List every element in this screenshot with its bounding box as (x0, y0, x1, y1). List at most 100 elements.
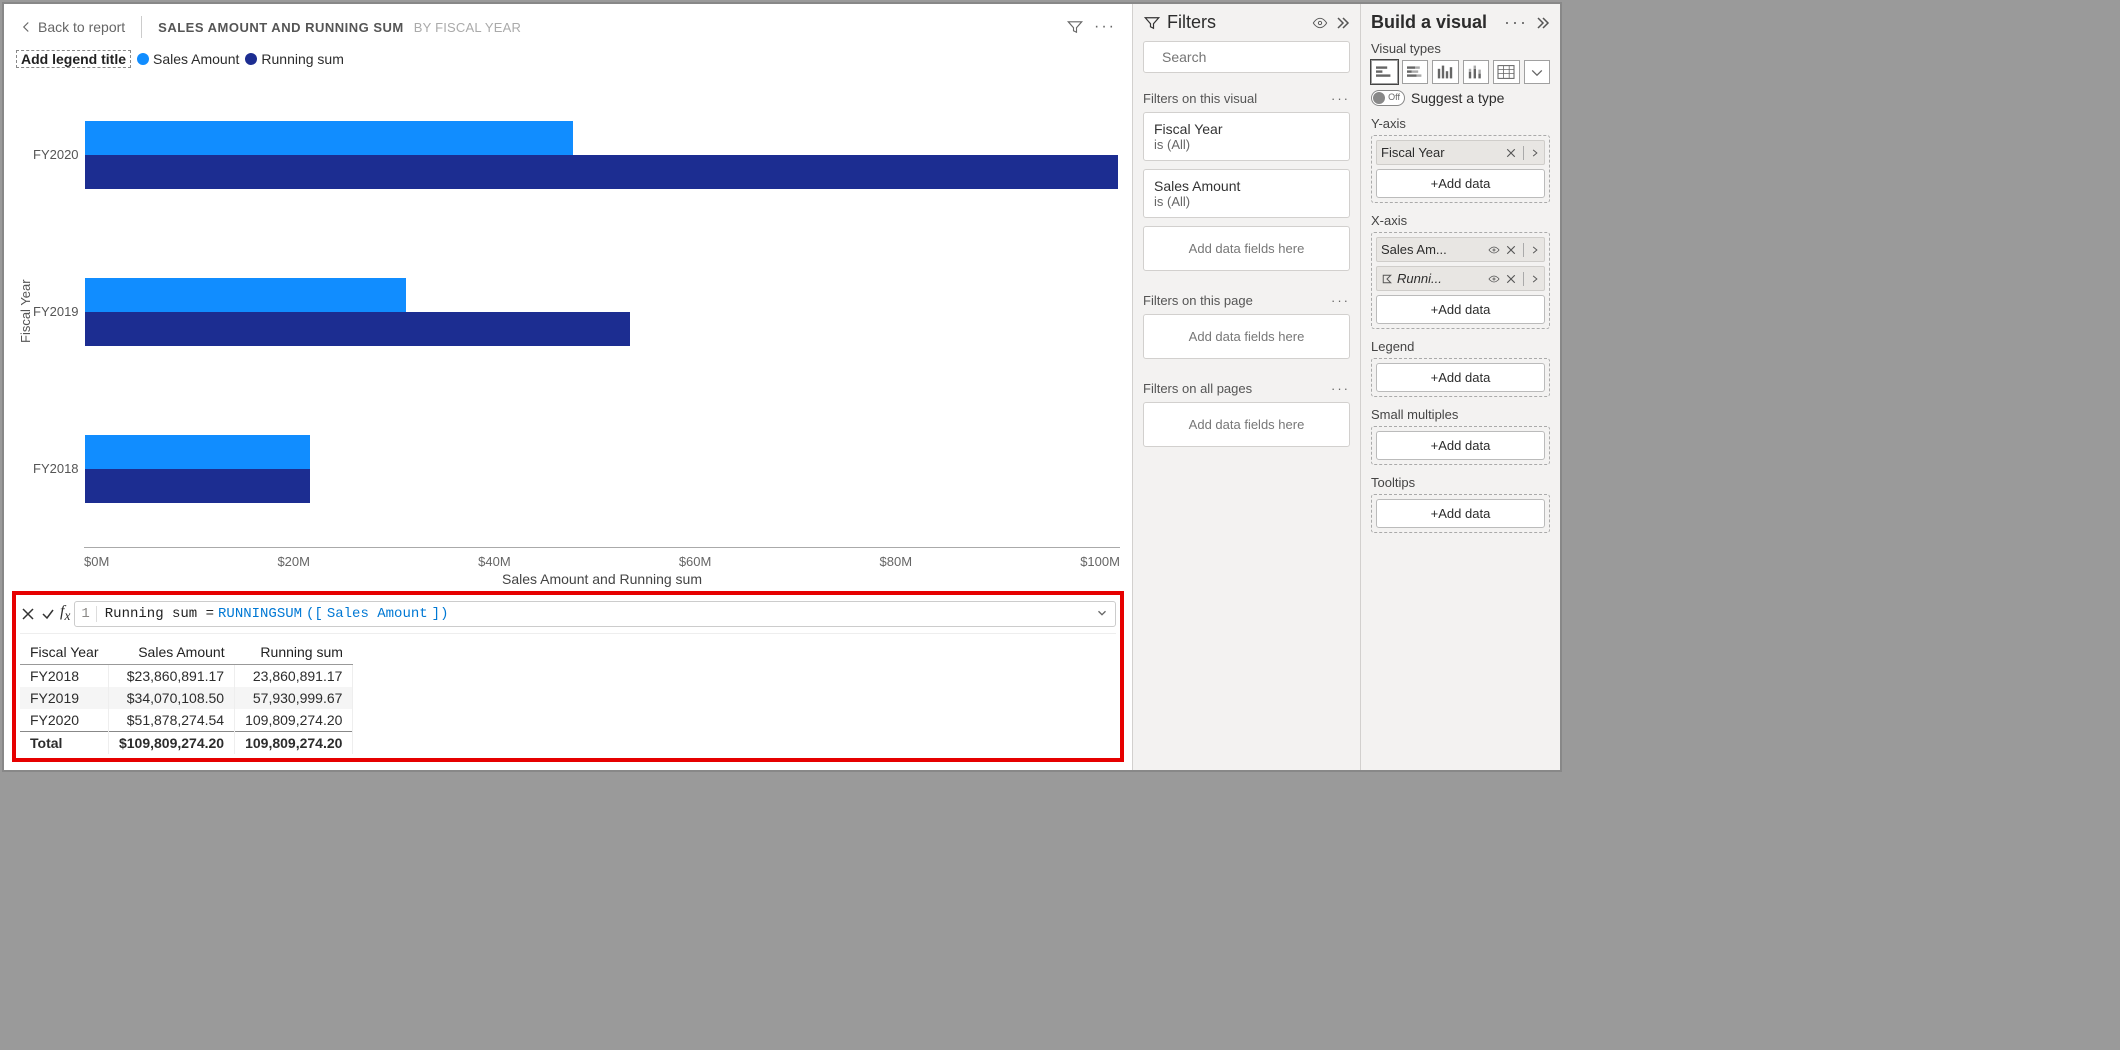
yaxis-add-data[interactable]: +Add data (1376, 169, 1545, 198)
table-header[interactable]: Fiscal Year (20, 640, 108, 665)
chart-bar[interactable] (85, 121, 574, 155)
y-tick: FY2020 (33, 147, 79, 162)
eye-icon[interactable] (1487, 244, 1501, 256)
filter-card-fiscal-year[interactable]: Fiscal Year is (All) (1143, 112, 1350, 161)
field-chip-fiscal-year[interactable]: Fiscal Year (1376, 140, 1545, 165)
legend-label: Running sum (261, 51, 344, 67)
filter-card-subtitle: is (All) (1154, 194, 1339, 209)
visual-type-dropdown[interactable] (1524, 60, 1551, 84)
legend-item-sales: Sales Amount (137, 51, 239, 67)
suggest-type-label: Suggest a type (1411, 90, 1504, 106)
filters-search-input[interactable] (1160, 48, 1345, 66)
legend-add-data[interactable]: +Add data (1376, 363, 1545, 392)
small-multiples-label: Small multiples (1371, 407, 1550, 422)
formula-input[interactable]: 1 Running sum = RUNNINGSUM([Sales Amount… (74, 601, 1116, 627)
all-filters-more[interactable]: ··· (1331, 381, 1350, 396)
chart-bar[interactable] (85, 312, 630, 346)
add-page-filter-drop[interactable]: Add data fields here (1143, 314, 1350, 359)
visual-type-stacked-bar[interactable] (1402, 60, 1429, 84)
breadcrumb-separator (141, 16, 142, 38)
visual-types-label: Visual types (1371, 41, 1550, 56)
chart-plot-area (85, 76, 1120, 547)
chart-bar[interactable] (85, 155, 1119, 189)
chart-legend: Add legend title Sales Amount Running su… (16, 50, 1120, 68)
table-row[interactable]: FY2019$34,070,108.5057,930,999.67 (20, 687, 353, 709)
data-table: Fiscal YearSales AmountRunning sumFY2018… (20, 640, 353, 754)
filters-page-label: Filters on this page (1143, 293, 1253, 308)
chart-visual[interactable]: Add legend title Sales Amount Running su… (12, 50, 1124, 587)
back-label: Back to report (38, 19, 125, 35)
filters-title: Filters (1167, 12, 1216, 33)
filter-icon[interactable] (1066, 18, 1084, 36)
field-menu-button[interactable] (1530, 147, 1540, 159)
legend-label: Sales Amount (153, 51, 239, 67)
x-axis-ticks: $0M$20M$40M$60M$80M$100M (84, 548, 1120, 571)
chip-label: Fiscal Year (1381, 145, 1501, 160)
yaxis-label: Y-axis (1371, 116, 1550, 131)
x-axis-title: Sales Amount and Running sum (84, 571, 1120, 587)
table-total-row: Total$109,809,274.20109,809,274.20 (20, 732, 353, 755)
filters-visual-label: Filters on this visual (1143, 91, 1257, 106)
remove-field-button[interactable] (1505, 244, 1517, 256)
formula-bar: fx 1 Running sum = RUNNINGSUM([Sales Amo… (20, 599, 1116, 634)
chart-bar[interactable] (85, 278, 406, 312)
add-visual-filter-drop[interactable]: Add data fields here (1143, 226, 1350, 271)
chip-label: Sales Am... (1381, 242, 1483, 257)
add-all-filter-drop[interactable]: Add data fields here (1143, 402, 1350, 447)
chart-bar[interactable] (85, 469, 310, 503)
more-options-button[interactable]: ··· (1094, 18, 1116, 36)
table-row[interactable]: FY2018$23,860,891.1723,860,891.17 (20, 665, 353, 688)
remove-field-button[interactable] (1505, 147, 1517, 159)
collapse-filters-button[interactable] (1334, 15, 1350, 31)
tooltips-add-data[interactable]: +Add data (1376, 499, 1545, 528)
show-hide-pane-button[interactable] (1312, 15, 1328, 31)
x-tick: $0M (84, 554, 109, 569)
legend-well[interactable]: +Add data (1371, 358, 1550, 397)
x-tick: $40M (478, 554, 511, 569)
x-tick: $80M (880, 554, 913, 569)
funnel-icon (1143, 14, 1161, 32)
field-chip-running-sum[interactable]: Runni... (1376, 266, 1545, 291)
breadcrumb-subtitle: BY FISCAL YEAR (414, 20, 521, 35)
xaxis-well[interactable]: Sales Am... Runni... +Add data (1371, 232, 1550, 329)
legend-well-label: Legend (1371, 339, 1550, 354)
filter-card-sales-amount[interactable]: Sales Amount is (All) (1143, 169, 1350, 218)
yaxis-well[interactable]: Fiscal Year +Add data (1371, 135, 1550, 203)
small-multiples-add-data[interactable]: +Add data (1376, 431, 1545, 460)
visual-type-clustered-bar[interactable] (1371, 60, 1398, 84)
small-multiples-well[interactable]: +Add data (1371, 426, 1550, 465)
chart-bar[interactable] (85, 435, 310, 469)
page-filters-more[interactable]: ··· (1331, 293, 1350, 308)
x-tick: $100M (1080, 554, 1120, 569)
field-menu-button[interactable] (1530, 244, 1540, 256)
suggest-type-toggle[interactable]: Off (1371, 90, 1405, 106)
field-chip-sales-amount[interactable]: Sales Am... (1376, 237, 1545, 262)
visual-type-stacked-column[interactable] (1463, 60, 1490, 84)
visual-type-clustered-column[interactable] (1432, 60, 1459, 84)
collapse-build-button[interactable] (1534, 15, 1550, 31)
tooltips-well[interactable]: +Add data (1371, 494, 1550, 533)
legend-title-placeholder[interactable]: Add legend title (16, 50, 131, 68)
eye-icon[interactable] (1487, 273, 1501, 285)
commit-formula-button[interactable] (40, 606, 56, 622)
back-to-report-button[interactable]: Back to report (20, 19, 125, 35)
remove-field-button[interactable] (1505, 273, 1517, 285)
table-header[interactable]: Sales Amount (108, 640, 234, 665)
field-menu-button[interactable] (1530, 273, 1540, 285)
table-header[interactable]: Running sum (235, 640, 353, 665)
xaxis-add-data[interactable]: +Add data (1376, 295, 1545, 324)
filter-card-title: Sales Amount (1154, 178, 1339, 194)
table-row[interactable]: FY2020$51,878,274.54109,809,274.20 (20, 709, 353, 732)
fx-icon[interactable]: fx (60, 603, 70, 624)
formula-expand-button[interactable] (1095, 606, 1109, 620)
build-more-options[interactable]: ··· (1504, 12, 1528, 33)
cancel-formula-button[interactable] (20, 606, 36, 622)
breadcrumb: Back to report SALES AMOUNT AND RUNNING … (12, 12, 1124, 46)
filters-search[interactable] (1143, 41, 1350, 73)
visual-type-table[interactable] (1493, 60, 1520, 84)
visual-filters-more[interactable]: ··· (1331, 91, 1350, 106)
visual-types-row (1371, 60, 1550, 84)
build-title: Build a visual (1371, 12, 1487, 33)
tooltips-label: Tooltips (1371, 475, 1550, 490)
formula-table-section: fx 1 Running sum = RUNNINGSUM([Sales Amo… (12, 591, 1124, 762)
